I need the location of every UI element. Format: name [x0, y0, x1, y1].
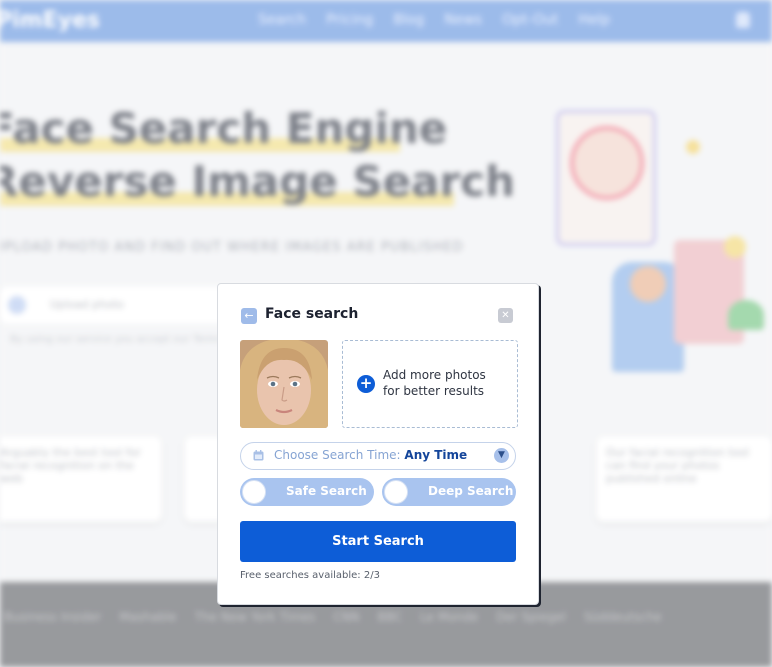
calendar-icon — [253, 450, 264, 461]
free-searches-count: 2/3 — [363, 570, 380, 581]
safe-search-toggle[interactable]: Safe Search — [240, 478, 374, 506]
search-time-label: Choose Search Time: Any Time — [274, 448, 467, 462]
face-photo — [240, 340, 328, 428]
face-search-dialog: ← Face search ✕ + Add more photos for be… — [217, 283, 539, 605]
free-searches-label: Free searches available: — [240, 570, 361, 581]
plus-icon: + — [357, 375, 375, 393]
add-more-photos-dropzone[interactable]: + Add more photos for better results — [342, 340, 518, 428]
deep-search-label: Deep Search — [428, 484, 514, 498]
start-search-button[interactable]: Start Search — [240, 521, 516, 562]
search-time-select[interactable]: Choose Search Time: Any Time ▼ — [240, 442, 516, 470]
uploaded-photo-thumbnail[interactable] — [240, 340, 328, 428]
back-arrow-icon[interactable]: ← — [241, 308, 257, 324]
free-searches-info: Free searches available: 2/3 — [240, 570, 380, 581]
search-time-value: Any Time — [404, 448, 468, 462]
toggle-knob — [242, 480, 266, 504]
close-icon[interactable]: ✕ — [498, 308, 513, 323]
chevron-down-icon: ▼ — [494, 448, 509, 463]
add-more-photos-text: Add more photos for better results — [383, 368, 486, 398]
safe-search-label: Safe Search — [286, 484, 367, 498]
deep-search-toggle[interactable]: Deep Search — [382, 478, 516, 506]
search-time-prefix: Choose Search Time: — [274, 448, 401, 462]
dialog-title: Face search — [265, 306, 359, 322]
toggle-knob — [384, 480, 408, 504]
